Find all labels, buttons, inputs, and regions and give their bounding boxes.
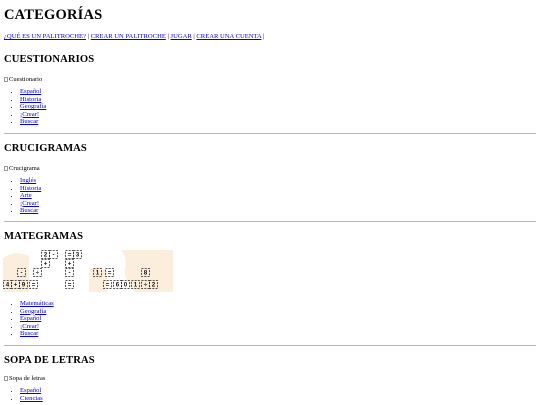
- puzzle-cell-value: =: [108, 270, 112, 277]
- section-heading: CUESTIONARIOS: [4, 54, 95, 65]
- puzzle-cell-value: +: [68, 261, 72, 268]
- section-divider: [4, 133, 536, 134]
- list-item: Arte: [20, 192, 536, 200]
- list-item: Buscar: [20, 330, 536, 338]
- image-alt-text: Crucigrama: [9, 165, 40, 172]
- image-alt-text: Cuestionario: [9, 76, 43, 83]
- list-item: Geografía: [20, 308, 536, 316]
- nav-separator: |: [193, 33, 195, 40]
- section-mategramas-links: Matemáticas Geografía Español ¡Crear! Bu…: [4, 300, 536, 338]
- list-item: ¡Crear!: [20, 200, 536, 208]
- category-link[interactable]: Español: [20, 88, 41, 95]
- broken-image-icon: [4, 376, 8, 381]
- image-alt-text: Sopa de letras: [9, 375, 46, 382]
- section-crucigramas: CRUCIGRAMAS Crucigrama Inglés Historia A…: [4, 143, 536, 215]
- broken-image-icon: [4, 166, 8, 171]
- puzzle-cell-value: +: [44, 261, 48, 268]
- puzzle-cell-value: -: [20, 270, 22, 277]
- category-link[interactable]: Historia: [20, 96, 41, 103]
- create-link[interactable]: ¡Crear!: [20, 111, 39, 118]
- category-link[interactable]: Inglés: [20, 177, 36, 184]
- list-item: Español: [20, 387, 536, 395]
- section-divider: [4, 345, 536, 346]
- puzzle-cell-value: 6: [116, 282, 120, 289]
- create-link[interactable]: ¡Crear!: [20, 323, 39, 330]
- list-item: Buscar: [20, 118, 536, 126]
- puzzle-cell-value: =: [106, 282, 110, 289]
- list-item: Historia: [20, 96, 536, 104]
- list-item: ¡Crear!: [20, 323, 536, 331]
- puzzle-cell-value: -: [52, 252, 54, 259]
- nav-link-create[interactable]: CREAR UN PALITROCHE: [91, 33, 166, 40]
- list-item: Historia: [20, 185, 536, 193]
- search-link[interactable]: Buscar: [20, 330, 38, 337]
- puzzle-cell-value: =: [68, 282, 72, 289]
- nav-link-play[interactable]: JUGAR: [171, 33, 192, 40]
- puzzle-cell-value: =: [32, 282, 36, 289]
- search-link[interactable]: Buscar: [20, 118, 38, 125]
- mategrama-puzzle-image: 2- = 3+ +- ÷ -1 = 84 +9 = = = 6 0 1 ÷ 2: [3, 250, 173, 292]
- category-link[interactable]: Historia: [20, 185, 41, 192]
- puzzle-cell-value: 9: [22, 282, 26, 289]
- category-list: Matemáticas Geografía Español ¡Crear! Bu…: [4, 300, 536, 338]
- puzzle-cell-value: ÷: [36, 270, 40, 277]
- nav-link-create-account[interactable]: CREAR UNA CUENTA: [196, 33, 261, 40]
- puzzle-cell-value: 3: [76, 252, 80, 259]
- category-link[interactable]: Español: [20, 387, 41, 394]
- section-divider: [4, 221, 536, 222]
- crucigrama-image: Crucigrama: [4, 165, 536, 172]
- sopa-de-letras-image: Sopa de letras: [4, 375, 536, 382]
- category-link[interactable]: Arte: [20, 192, 32, 199]
- category-list: Español Ciencias: [4, 387, 536, 402]
- category-link[interactable]: Geografía: [20, 308, 46, 315]
- list-item: Inglés: [20, 177, 536, 185]
- nav-separator: |: [263, 33, 265, 40]
- puzzle-cell-value: 1: [96, 270, 100, 277]
- list-item: ¡Crear!: [20, 111, 536, 119]
- section-mategramas: MATEGRAMAS: [4, 231, 536, 242]
- page: CATEGORÍAS ¿QUÉ ES UN PALITROCHE? | CREA…: [0, 0, 540, 405]
- search-link[interactable]: Buscar: [20, 207, 38, 214]
- category-link[interactable]: Matemáticas: [20, 300, 54, 307]
- category-list: Español Historia Geografía ¡Crear! Busca…: [4, 88, 536, 126]
- category-link[interactable]: Español: [20, 315, 41, 322]
- puzzle-cell-value: +: [14, 282, 18, 289]
- category-link[interactable]: Geografía: [20, 103, 46, 110]
- list-item: Buscar: [20, 207, 536, 215]
- section-heading: MATEGRAMAS: [4, 231, 84, 242]
- top-navigation: ¿QUÉ ES UN PALITROCHE? | CREAR UN PALITR…: [4, 33, 264, 40]
- list-item: Español: [20, 315, 536, 323]
- nav-separator: |: [167, 33, 169, 40]
- list-item: Geografía: [20, 103, 536, 111]
- broken-image-icon: [4, 77, 8, 82]
- puzzle-cell-value: 2: [44, 252, 48, 259]
- puzzle-cell-value: 1: [134, 282, 138, 289]
- category-list: Inglés Historia Arte ¡Crear! Buscar: [4, 177, 536, 215]
- puzzle-cell-value: 0: [124, 282, 128, 289]
- list-item: Ciencias: [20, 395, 536, 403]
- puzzle-cell-value: 4: [6, 282, 10, 289]
- nav-link-what-is[interactable]: ¿QUÉ ES UN PALITROCHE?: [4, 33, 86, 40]
- page-title: CATEGORÍAS: [4, 7, 103, 23]
- puzzle-cell-value: =: [68, 252, 72, 259]
- category-link[interactable]: Ciencias: [20, 395, 43, 402]
- puzzle-cell-value: ÷: [144, 282, 148, 289]
- list-item: Matemáticas: [20, 300, 536, 308]
- section-heading: CRUCIGRAMAS: [4, 143, 87, 154]
- section-sopa-de-letras: SOPA DE LETRAS Sopa de letras Español Ci…: [4, 355, 536, 402]
- nav-separator: |: [87, 33, 89, 40]
- puzzle-cell-value: -: [68, 270, 70, 277]
- list-item: Español: [20, 88, 536, 96]
- section-cuestionarios: CUESTIONARIOS Cuestionario Español Histo…: [4, 54, 536, 126]
- section-heading: SOPA DE LETRAS: [4, 355, 95, 366]
- puzzle-cell-value: 2: [152, 282, 156, 289]
- cuestionario-image: Cuestionario: [4, 76, 536, 83]
- puzzle-cell-value: 8: [144, 270, 148, 277]
- create-link[interactable]: ¡Crear!: [20, 200, 39, 207]
